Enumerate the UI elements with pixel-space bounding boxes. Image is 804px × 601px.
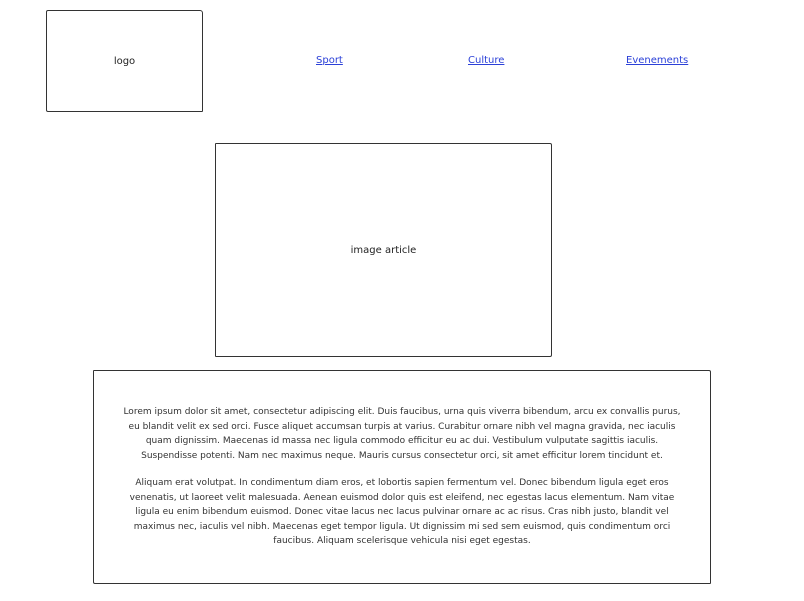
article-paragraph-1: Lorem ipsum dolor sit amet, consectetur … bbox=[123, 407, 681, 461]
logo-label: logo bbox=[113, 55, 136, 67]
article-image-label: image article bbox=[350, 244, 417, 256]
article-image-placeholder: image article bbox=[215, 143, 552, 357]
article-text-box: Lorem ipsum dolor sit amet, consectetur … bbox=[93, 370, 711, 584]
logo-placeholder[interactable]: logo bbox=[46, 10, 203, 112]
nav-link-sport[interactable]: Sport bbox=[316, 55, 343, 66]
nav-link-culture[interactable]: Culture bbox=[468, 55, 504, 66]
article-paragraph-2: Aliquam erat volutpat. In condimentum di… bbox=[129, 478, 675, 547]
nav-link-evenements[interactable]: Evenements bbox=[626, 55, 688, 66]
